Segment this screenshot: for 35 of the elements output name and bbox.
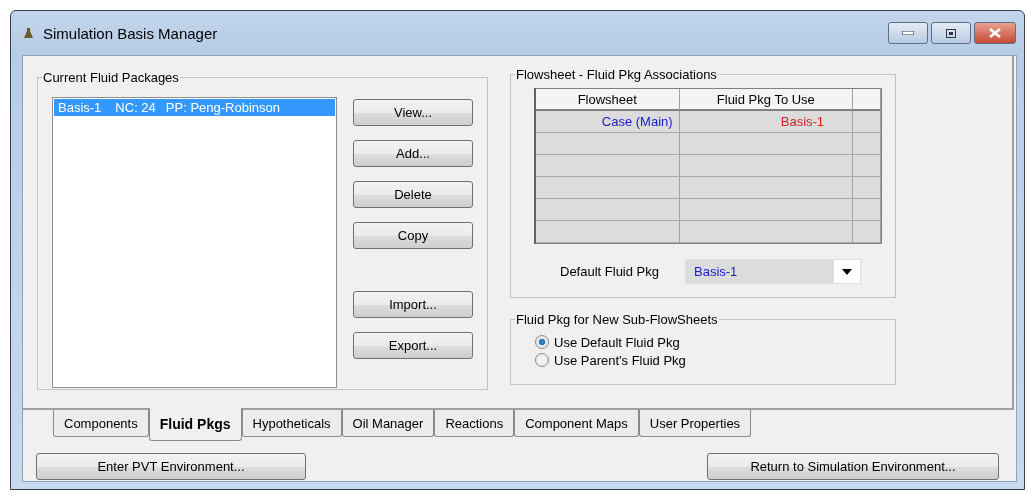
close-button[interactable] xyxy=(974,22,1016,44)
maximize-button[interactable] xyxy=(931,22,971,44)
footer-button[interactable]: Return to Simulation Environment... xyxy=(707,453,999,480)
radio-option[interactable]: Use Parent's Fluid Pkg xyxy=(535,351,881,369)
tab[interactable]: Oil Manager xyxy=(341,410,435,437)
group-label: Current Fluid Packages xyxy=(42,70,180,85)
column-header: Fluid Pkg To Use xyxy=(679,89,854,111)
tab[interactable]: Fluid Pkgs xyxy=(148,408,242,441)
action-button[interactable]: Export... xyxy=(353,332,473,359)
app-icon xyxy=(24,28,33,38)
footer-button[interactable]: Enter PVT Environment... xyxy=(36,453,306,480)
group-label: Fluid Pkg for New Sub-FlowSheets xyxy=(515,312,719,327)
group-label: Flowsheet - Fluid Pkg Associations xyxy=(515,67,718,82)
action-button[interactable]: Add... xyxy=(353,140,473,167)
radio-option[interactable]: Use Default Fluid Pkg xyxy=(535,333,881,351)
tab[interactable]: Components xyxy=(53,410,149,437)
action-button[interactable]: View... xyxy=(353,99,473,126)
tab[interactable]: Hypotheticals xyxy=(241,410,342,437)
maximize-icon xyxy=(946,28,956,38)
action-button[interactable]: Delete xyxy=(353,181,473,208)
action-button[interactable]: Copy xyxy=(353,222,473,249)
tab[interactable]: User Properties xyxy=(638,410,752,437)
tab[interactable]: Reactions xyxy=(434,410,515,437)
action-button[interactable]: Import... xyxy=(353,291,473,318)
column-header: Flowsheet xyxy=(536,89,680,111)
minimize-icon xyxy=(902,31,914,35)
field-label: Default Fluid Pkg xyxy=(560,264,659,279)
tab[interactable]: Component Maps xyxy=(514,410,639,437)
table-cell[interactable]: Basis-1 xyxy=(679,111,854,132)
window-title: Simulation Basis Manager xyxy=(43,24,219,42)
caret-icon xyxy=(842,268,852,275)
close-icon xyxy=(989,28,1001,38)
table-cell: Case (Main) xyxy=(536,111,680,132)
minimize-button[interactable] xyxy=(888,22,928,44)
dropdown[interactable]: Basis-1 xyxy=(685,259,861,284)
